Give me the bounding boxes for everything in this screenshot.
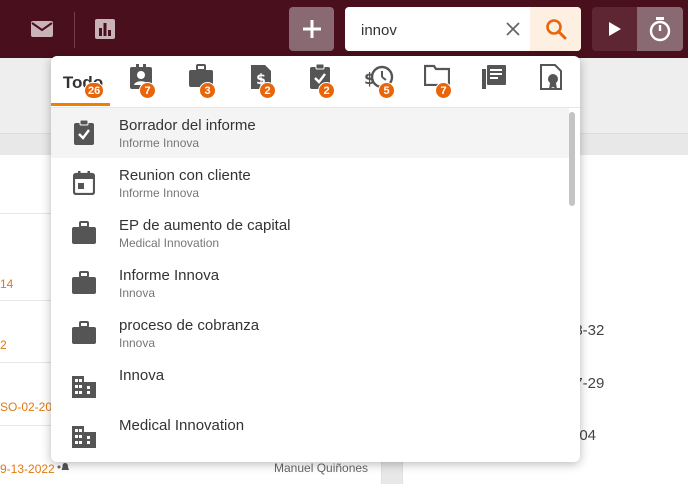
start-timer-button[interactable] — [592, 7, 637, 51]
tab-folders-count: 7 — [435, 82, 452, 99]
tab-billing-count: 2 — [259, 82, 276, 99]
result-title: Borrador del informe — [119, 117, 256, 134]
result-subtitle: Innova — [119, 336, 156, 350]
mail-icon[interactable] — [29, 16, 55, 42]
tab-billing[interactable]: $ 2 — [243, 64, 279, 104]
reports-icon[interactable] — [92, 16, 118, 42]
result-item[interactable]: Borrador del informe Informe Innova — [51, 108, 569, 158]
tab-time-entries[interactable]: $ 5 — [360, 64, 398, 104]
results-scrollbar-thumb[interactable] — [569, 112, 575, 206]
search-results-dropdown: Todo 26 7 3 $ 2 2 $ 5 7 Borrador del inf… — [51, 56, 580, 462]
bell-icon — [57, 461, 69, 476]
result-title: EP de aumento de capital — [119, 217, 291, 234]
tab-all[interactable]: Todo 26 — [57, 64, 109, 104]
tab-contacts[interactable]: 7 — [123, 64, 159, 104]
activity-date: 2 — [0, 338, 7, 352]
result-subtitle: Informe Innova — [119, 136, 200, 150]
result-subtitle: Medical Innovation — [119, 236, 220, 250]
activity-date: 9-13-2022 — [0, 462, 55, 476]
result-item[interactable]: proceso de cobranza Innova — [51, 308, 569, 358]
activity-date: 14 — [0, 277, 14, 291]
assignee-name: Manuel Quiñones — [274, 461, 369, 475]
certificate-icon — [540, 64, 562, 90]
tab-cases-count: 3 — [199, 82, 216, 99]
task-clipboard-icon — [71, 120, 97, 146]
result-title: Informe Innova — [119, 267, 220, 284]
search-input[interactable] — [361, 19, 501, 41]
result-item[interactable]: Reunion con cliente Informe Innova — [51, 158, 569, 208]
search-button[interactable] — [530, 7, 581, 51]
building-icon — [71, 374, 97, 400]
briefcase-icon — [71, 320, 97, 346]
tab-contacts-count: 7 — [139, 82, 156, 99]
active-tab-indicator — [51, 103, 110, 106]
stopwatch-icon — [649, 17, 671, 42]
briefcase-icon — [71, 220, 97, 246]
building-icon — [71, 424, 97, 450]
result-title: Innova — [119, 367, 165, 384]
tab-library[interactable] — [479, 64, 509, 104]
result-subtitle: Innova — [119, 286, 156, 300]
clear-search-button[interactable] — [502, 18, 524, 40]
briefcase-icon — [71, 270, 97, 296]
calendar-icon — [71, 170, 97, 196]
tab-tasks-count: 2 — [318, 82, 335, 99]
tab-tasks[interactable]: 2 — [302, 64, 338, 104]
result-title: proceso de cobranza — [119, 317, 260, 334]
topbar-divider — [74, 12, 75, 48]
timer-button[interactable] — [637, 7, 683, 51]
result-item[interactable]: Medical Innovation — [51, 408, 569, 458]
result-title: Reunion con cliente — [119, 167, 251, 184]
result-item[interactable]: EP de aumento de capital Medical Innovat… — [51, 208, 569, 258]
tab-time-entries-count: 5 — [378, 82, 395, 99]
tab-cases[interactable]: 3 — [183, 64, 219, 104]
top-bar — [0, 0, 688, 58]
close-icon — [506, 22, 520, 36]
result-category-tabs: Todo 26 7 3 $ 2 2 $ 5 7 — [51, 56, 580, 108]
tab-all-count: 26 — [84, 82, 105, 99]
activity-date: SO-02-20 — [0, 400, 53, 414]
plus-icon — [302, 20, 321, 38]
search-box — [345, 7, 581, 51]
result-subtitle: Informe Innova — [119, 186, 200, 200]
library-icon — [482, 65, 506, 89]
result-title: Medical Innovation — [119, 417, 245, 434]
tab-folders[interactable]: 7 — [419, 64, 455, 104]
search-icon — [545, 19, 566, 40]
result-item[interactable]: Informe Innova Innova — [51, 258, 569, 308]
add-button[interactable] — [289, 7, 334, 51]
tab-certificates[interactable] — [537, 64, 567, 104]
search-results-list: Borrador del informe Informe Innova Reun… — [51, 108, 580, 462]
result-item[interactable]: Innova — [51, 358, 569, 408]
play-icon — [608, 22, 621, 36]
